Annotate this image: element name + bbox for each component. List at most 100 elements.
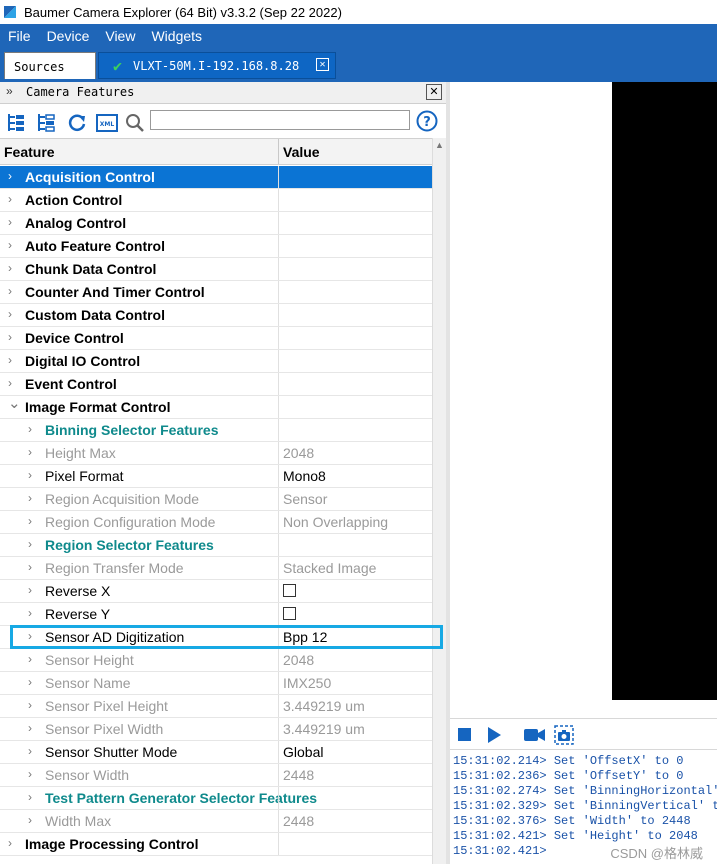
feature-row[interactable]: › Counter And Timer Control (0, 281, 432, 304)
collapsed-chevron-icon[interactable]: › (28, 675, 32, 689)
feature-name: Sensor Shutter Mode (45, 744, 178, 760)
column-header-value[interactable]: Value (283, 144, 320, 160)
feature-row[interactable]: › Pixel Format Mono8 (0, 465, 432, 488)
collapse-tree-icon[interactable] (36, 112, 58, 134)
feature-checkbox[interactable] (283, 584, 296, 597)
collapsed-chevron-icon[interactable]: › (8, 261, 12, 275)
feature-row[interactable]: › Digital IO Control (0, 350, 432, 373)
menu-device[interactable]: Device (39, 24, 98, 48)
menu-bar: File Device View Widgets (0, 24, 717, 48)
feature-name: Image Processing Control (25, 836, 199, 852)
search-input[interactable] (150, 110, 410, 130)
feature-row[interactable]: › Custom Data Control (0, 304, 432, 327)
feature-row[interactable]: › Region Configuration Mode Non Overlappin… (0, 511, 432, 534)
tab-close-icon[interactable]: ✕ (316, 58, 329, 71)
search-icon (124, 112, 146, 134)
collapsed-chevron-icon[interactable]: › (28, 514, 32, 528)
collapsed-chevron-icon[interactable]: › (28, 652, 32, 666)
collapsed-chevron-icon[interactable]: › (8, 215, 12, 229)
feature-value[interactable]: Global (283, 744, 323, 760)
feature-name: Sensor Pixel Width (45, 721, 164, 737)
collapsed-chevron-icon[interactable]: › (8, 284, 12, 298)
collapsed-chevron-icon[interactable]: › (28, 422, 32, 436)
feature-row[interactable]: › Region Transfer Mode Stacked Image (0, 557, 432, 580)
feature-value[interactable]: Bpp 12 (283, 629, 327, 645)
collapsed-chevron-icon[interactable]: › (8, 238, 12, 252)
feature-row[interactable]: › Sensor Pixel Height 3.449219 um (0, 695, 432, 718)
collapsed-chevron-icon[interactable]: › (28, 468, 32, 482)
collapsed-chevron-icon[interactable]: › (28, 698, 32, 712)
feature-row[interactable]: › Sensor Shutter Mode Global (0, 741, 432, 764)
refresh-icon[interactable] (66, 112, 88, 134)
feature-row[interactable]: › Auto Feature Control (0, 235, 432, 258)
collapsed-chevron-icon[interactable]: › (28, 721, 32, 735)
collapsed-chevron-icon[interactable]: › (28, 606, 32, 620)
collapsed-chevron-icon[interactable]: › (28, 583, 32, 597)
collapsed-chevron-icon[interactable]: › (8, 836, 12, 850)
feature-row[interactable]: › Chunk Data Control (0, 258, 432, 281)
collapsed-chevron-icon[interactable]: › (8, 169, 12, 183)
feature-row[interactable]: › Sensor Name IMX250 (0, 672, 432, 695)
tab-camera[interactable]: ✔ VLXT-50M.I-192.168.8.28 ✕ (98, 52, 336, 79)
feature-row[interactable]: › Reverse X (0, 580, 432, 603)
expand-tree-icon[interactable] (6, 112, 28, 134)
feature-row[interactable]: › Reverse Y (0, 603, 432, 626)
collapsed-chevron-icon[interactable]: › (28, 560, 32, 574)
collapsed-chevron-icon[interactable]: › (8, 192, 12, 206)
feature-row[interactable]: › Analog Control (0, 212, 432, 235)
help-icon[interactable]: ? (416, 110, 438, 132)
feature-row[interactable]: › Sensor Height 2048 (0, 649, 432, 672)
menu-view[interactable]: View (97, 24, 143, 48)
feature-row[interactable]: › Binning Selector Features (0, 419, 432, 442)
collapsed-chevron-icon[interactable]: › (8, 353, 12, 367)
feature-row[interactable]: › Device Control (0, 327, 432, 350)
collapsed-chevron-icon[interactable]: › (28, 445, 32, 459)
stop-icon[interactable] (458, 728, 471, 741)
menu-file[interactable]: File (0, 24, 39, 48)
collapsed-chevron-icon[interactable]: › (28, 790, 32, 804)
collapsed-chevron-icon[interactable]: › (28, 767, 32, 781)
feature-row[interactable]: › Width Max 2448 (0, 810, 432, 833)
feature-row[interactable]: › Test Pattern Generator Selector Feature… (0, 787, 432, 810)
collapsed-chevron-icon[interactable]: › (8, 330, 12, 344)
feature-value[interactable]: Mono8 (283, 468, 326, 484)
collapse-panel-icon[interactable]: » (6, 84, 13, 98)
vertical-scrollbar[interactable]: ▲ (432, 138, 446, 864)
panel-close-icon[interactable]: ✕ (426, 84, 442, 100)
log-line: 15:31:02.376> Set 'Width' to 2448 (453, 814, 691, 828)
feature-value: Stacked Image (283, 560, 377, 576)
collapsed-chevron-icon[interactable]: › (28, 744, 32, 758)
feature-row[interactable]: › Action Control (0, 189, 432, 212)
feature-name: Height Max (45, 445, 116, 461)
menu-widgets[interactable]: Widgets (143, 24, 210, 48)
collapsed-chevron-icon[interactable]: › (8, 376, 12, 390)
feature-row[interactable]: › Image Processing Control (0, 833, 432, 856)
feature-name: Reverse X (45, 583, 111, 599)
feature-row[interactable]: › Height Max 2048 (0, 442, 432, 465)
feature-checkbox[interactable] (283, 607, 296, 620)
feature-row[interactable]: › Acquisition Control (0, 166, 432, 189)
feature-name: Action Control (25, 192, 123, 208)
feature-row[interactable]: › Event Control (0, 373, 432, 396)
feature-row[interactable]: › Sensor Width 2448 (0, 764, 432, 787)
xml-icon[interactable]: XML (96, 112, 118, 134)
tab-sources[interactable]: Sources (4, 52, 96, 79)
feature-row[interactable]: › Sensor Pixel Width 3.449219 um (0, 718, 432, 741)
collapsed-chevron-icon[interactable]: › (28, 813, 32, 827)
play-icon[interactable] (488, 727, 501, 743)
column-header-feature[interactable]: Feature (4, 144, 55, 160)
feature-row[interactable]: ⌄ Image Format Control (0, 394, 432, 419)
collapsed-chevron-icon[interactable]: › (28, 491, 32, 505)
collapsed-chevron-icon[interactable]: › (28, 537, 32, 551)
feature-row[interactable]: › Region Acquisition Mode Sensor (0, 488, 432, 511)
log-line: 15:31:02.274> Set 'BinningHorizontal' to (453, 784, 717, 798)
collapsed-chevron-icon[interactable]: › (8, 307, 12, 321)
feature-row[interactable]: › Region Selector Features (0, 534, 432, 557)
snapshot-icon[interactable] (554, 725, 574, 748)
record-icon[interactable] (524, 727, 546, 746)
feature-row[interactable]: › Sensor AD Digitization Bpp 12 (0, 626, 432, 649)
scroll-up-icon[interactable]: ▲ (435, 140, 444, 150)
feature-name: Region Acquisition Mode (45, 491, 200, 507)
collapsed-chevron-icon[interactable]: › (28, 629, 32, 643)
expanded-chevron-icon[interactable]: ⌄ (8, 394, 21, 412)
